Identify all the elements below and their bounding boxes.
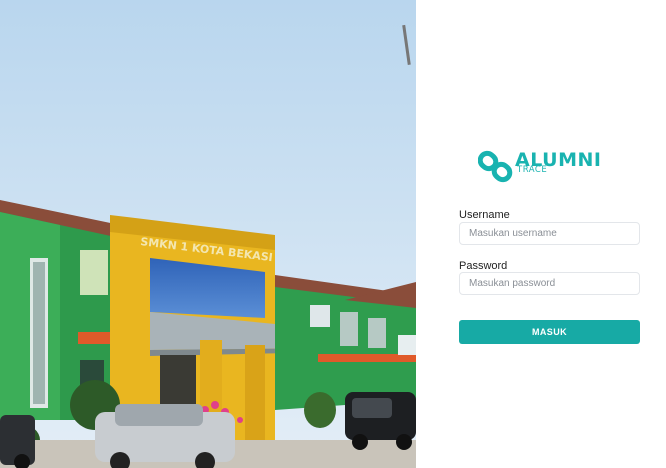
brand-logo: ALUMNI (478, 148, 618, 184)
username-label: Username (459, 209, 510, 221)
login-page: SMKN 1 KOTA BEKASI ALUMNI TRACE Username… (0, 0, 666, 468)
password-input[interactable] (459, 272, 640, 295)
chain-link-icon (478, 150, 513, 183)
login-panel: ALUMNI TRACE Username Password MASUK (416, 0, 666, 468)
school-building-photo: SMKN 1 KOTA BEKASI (0, 0, 416, 468)
password-label: Password (459, 260, 508, 272)
username-input[interactable] (459, 222, 640, 245)
brand-subtitle: TRACE (517, 165, 548, 175)
login-button[interactable]: MASUK (459, 320, 640, 344)
